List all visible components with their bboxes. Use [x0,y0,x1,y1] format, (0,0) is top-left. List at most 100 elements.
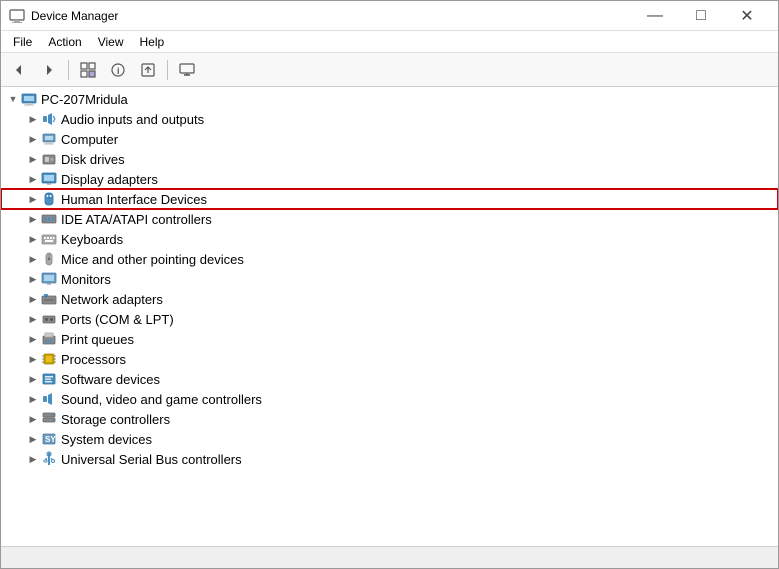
software-icon [41,371,57,387]
display-button[interactable] [173,57,201,83]
tree-item-storage[interactable]: ▶ Storage controllers [1,409,778,429]
expand-icon-storage[interactable]: ▶ [25,411,41,427]
item-label-storage: Storage controllers [61,412,170,427]
toolbar: i [1,53,778,87]
item-label-display: Display adapters [61,172,158,187]
tree-item-ide[interactable]: ▶ IDE ATA/ATAPI controllers [1,209,778,229]
item-label-audio: Audio inputs and outputs [61,112,204,127]
storage-icon [41,411,57,427]
svg-text:i: i [117,66,120,76]
sound-icon [41,391,57,407]
properties-button[interactable]: i [104,57,132,83]
display-icon [41,171,57,187]
computer-icon [41,131,57,147]
toolbar-separator-1 [68,60,69,80]
maximize-button[interactable]: □ [678,1,724,31]
device-manager-window: Device Manager — □ ✕ File Action View He… [0,0,779,569]
tree-items: ▶ Audio inputs and outputs ▶ Computer ▶Disk … [1,109,778,469]
menu-file[interactable]: File [5,33,40,51]
close-button[interactable]: ✕ [724,1,770,31]
tree-item-mice[interactable]: ▶ Mice and other pointing devices [1,249,778,269]
tree-item-print[interactable]: ▶ Print queues [1,329,778,349]
expand-icon-hid[interactable]: ▶ [25,191,41,207]
item-label-monitors: Monitors [61,272,111,287]
menu-view[interactable]: View [90,33,132,51]
tree-item-hid[interactable]: ▶ Human Interface Devices [1,189,778,209]
expand-icon-audio[interactable]: ▶ [25,111,41,127]
audio-icon [41,111,57,127]
expand-icon-software[interactable]: ▶ [25,371,41,387]
titlebar: Device Manager — □ ✕ [1,1,778,31]
item-label-processors: Processors [61,352,126,367]
tree-item-keyboards[interactable]: ▶ Keyboards [1,229,778,249]
mouse-icon [41,251,57,267]
item-label-ports: Ports (COM & LPT) [61,312,174,327]
menubar: File Action View Help [1,31,778,53]
item-label-system: System devices [61,432,152,447]
expand-icon-mice[interactable]: ▶ [25,251,41,267]
print-icon [41,331,57,347]
tree-item-disk[interactable]: ▶Disk drives [1,149,778,169]
expand-icon-network[interactable]: ▶ [25,291,41,307]
expand-icon-ports[interactable]: ▶ [25,311,41,327]
tree-item-audio[interactable]: ▶ Audio inputs and outputs [1,109,778,129]
window-controls: — □ ✕ [632,1,770,31]
tree-item-ports[interactable]: ▶ Ports (COM & LPT) [1,309,778,329]
statusbar [1,546,778,568]
expand-icon-computer[interactable]: ▶ [25,131,41,147]
item-label-computer: Computer [61,132,118,147]
toolbar-separator-2 [167,60,168,80]
root-expand-icon[interactable]: ▼ [5,91,21,107]
app-icon [9,8,25,24]
tree-item-software[interactable]: ▶Software devices [1,369,778,389]
device-tree[interactable]: ▼ PC-207Mridula ▶ Audio inputs and output… [1,87,778,546]
usb-icon [41,451,57,467]
tree-item-usb[interactable]: ▶ Universal Serial Bus controllers [1,449,778,469]
tree-root[interactable]: ▼ PC-207Mridula [1,89,778,109]
item-label-hid: Human Interface Devices [61,192,207,207]
expand-icon-ide[interactable]: ▶ [25,211,41,227]
system-icon: SYS [41,431,57,447]
item-label-ide: IDE ATA/ATAPI controllers [61,212,212,227]
disk-icon [41,151,57,167]
back-button[interactable] [5,57,33,83]
tree-item-sound[interactable]: ▶ Sound, video and game controllers [1,389,778,409]
expand-icon-processors[interactable]: ▶ [25,351,41,367]
expand-icon-monitors[interactable]: ▶ [25,271,41,287]
item-label-print: Print queues [61,332,134,347]
expand-icon-display[interactable]: ▶ [25,171,41,187]
item-label-usb: Universal Serial Bus controllers [61,452,242,467]
ports-icon [41,311,57,327]
tree-item-system[interactable]: ▶ SYS System devices [1,429,778,449]
item-label-keyboards: Keyboards [61,232,123,247]
menu-help[interactable]: Help [132,33,173,51]
root-label: PC-207Mridula [41,92,128,107]
tree-item-processors[interactable]: ▶ Processors [1,349,778,369]
update-button[interactable] [134,57,162,83]
tree-item-computer[interactable]: ▶ Computer [1,129,778,149]
item-label-sound: Sound, video and game controllers [61,392,262,407]
expand-icon-sound[interactable]: ▶ [25,391,41,407]
keyboard-icon [41,231,57,247]
minimize-button[interactable]: — [632,1,678,31]
item-label-mice: Mice and other pointing devices [61,252,244,267]
item-label-network: Network adapters [61,292,163,307]
menu-action[interactable]: Action [40,33,89,51]
expand-icon-print[interactable]: ▶ [25,331,41,347]
expand-icon-system[interactable]: ▶ [25,431,41,447]
tree-item-display[interactable]: ▶ Display adapters [1,169,778,189]
forward-button[interactable] [35,57,63,83]
tree-item-monitors[interactable]: ▶ Monitors [1,269,778,289]
expand-icon-usb[interactable]: ▶ [25,451,41,467]
processor-icon [41,351,57,367]
ide-icon [41,211,57,227]
monitor-icon [41,271,57,287]
show-hidden-button[interactable] [74,57,102,83]
expand-icon-keyboards[interactable]: ▶ [25,231,41,247]
computer-icon [21,91,37,107]
tree-item-network[interactable]: ▶ Network adapters [1,289,778,309]
expand-icon-disk[interactable]: ▶ [25,151,41,167]
hid-icon [41,191,57,207]
svg-text:SYS: SYS [45,435,57,444]
network-icon [41,291,57,307]
